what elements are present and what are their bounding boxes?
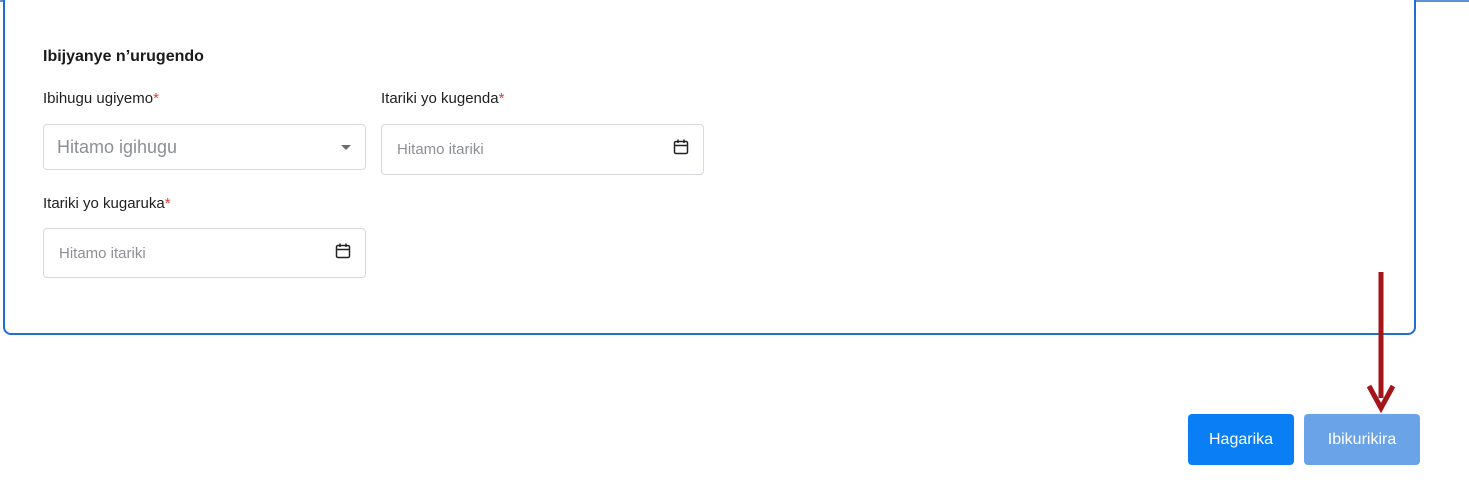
departure-date-placeholder: Hitamo itariki: [397, 141, 484, 158]
down-arrow-icon: [1366, 272, 1396, 414]
caret-down-icon: [341, 145, 351, 150]
return-date-label: Itariki yo kugaruka*: [43, 195, 171, 212]
country-select-placeholder: Hitamo igihugu: [57, 137, 178, 157]
country-select[interactable]: Hitamo igihugu: [43, 124, 366, 170]
required-asterisk: *: [164, 195, 171, 212]
country-label-text: Ibihugu ugiyemo: [43, 90, 154, 107]
required-asterisk: *: [498, 90, 505, 107]
calendar-icon[interactable]: [335, 243, 351, 259]
departure-date-label: Itariki yo kugenda*: [381, 90, 504, 107]
country-label: Ibihugu ugiyemo*: [43, 90, 159, 107]
calendar-icon[interactable]: [673, 139, 689, 155]
departure-date-label-text: Itariki yo kugenda: [381, 90, 499, 107]
required-asterisk: *: [153, 90, 159, 107]
departure-date-input[interactable]: Hitamo itariki: [381, 124, 704, 175]
next-button[interactable]: Ibikurikira: [1304, 414, 1420, 465]
return-date-placeholder: Hitamo itariki: [59, 245, 146, 262]
cancel-button[interactable]: Hagarika: [1188, 414, 1294, 465]
return-date-input[interactable]: Hitamo itariki: [43, 228, 366, 278]
return-date-label-text: Itariki yo kugaruka: [43, 195, 165, 212]
section-title: Ibijyanye n’urugendo: [43, 48, 204, 65]
